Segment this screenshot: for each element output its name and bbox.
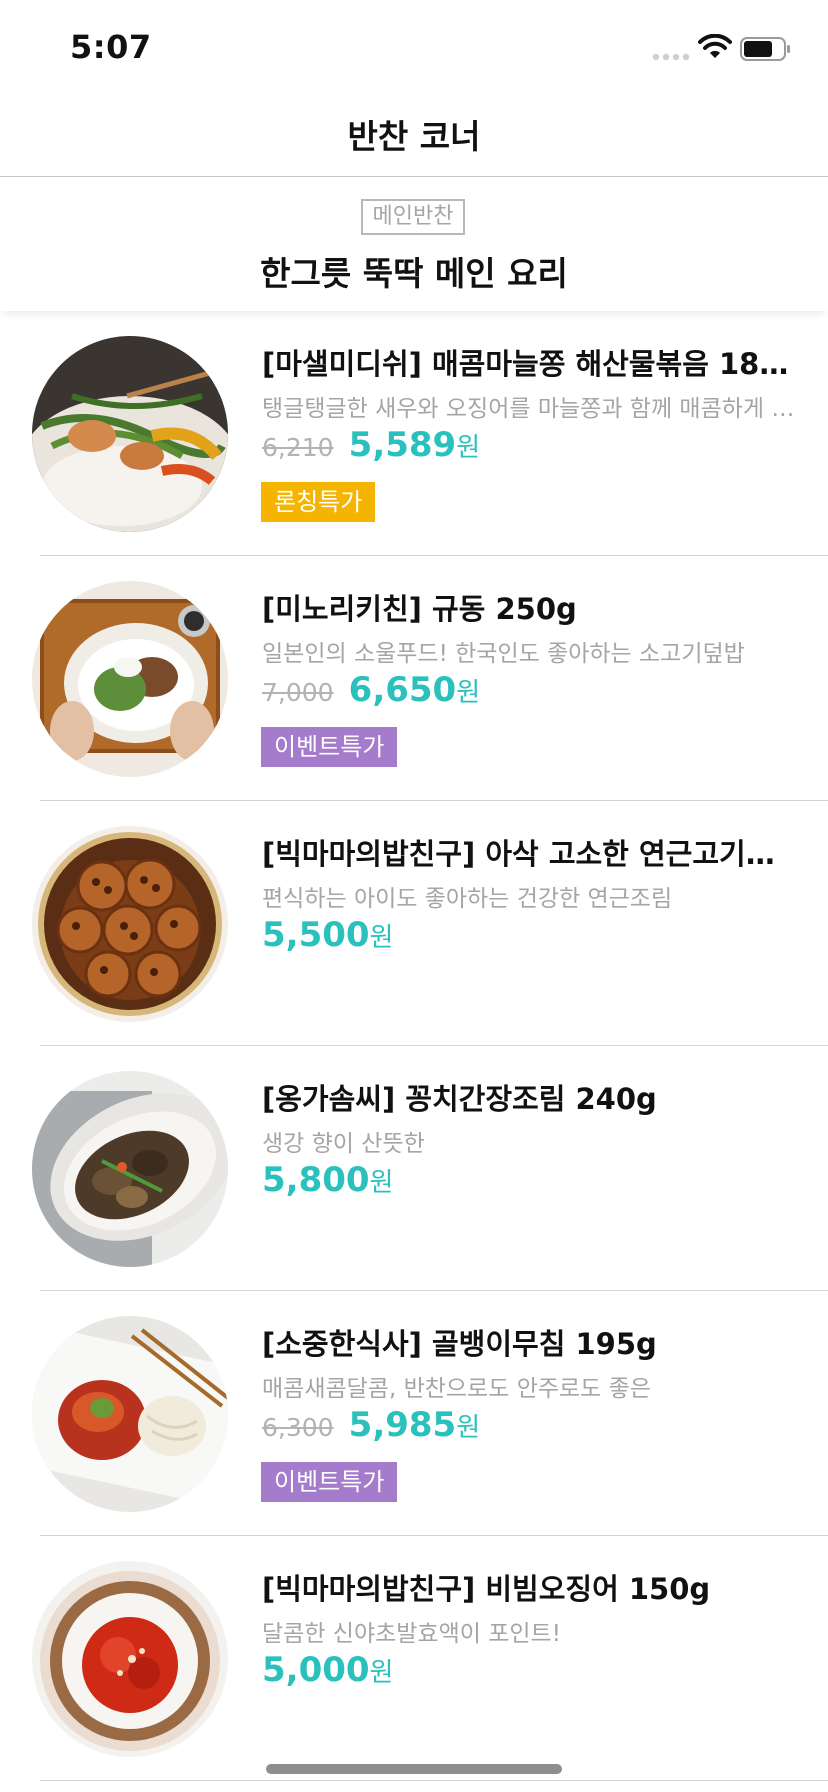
product-title: [미노리키친] 규동 250g xyxy=(262,592,577,626)
section-tag: 메인반찬 xyxy=(361,199,465,235)
product-item[interactable]: [빅마마의밥친구] 아삭 고소한 연근고기조림 편식하는 아이도 좋아하는 건강… xyxy=(0,801,828,1046)
launch-badge: 론칭특가 xyxy=(261,482,376,522)
section-header: 메인반찬 한그릇 뚝딱 메인 요리 xyxy=(0,177,828,311)
price-row: 5,000원 xyxy=(262,1650,393,1698)
product-title: [마샐미디쉬] 매콤마늘쫑 해산물볶음 180g xyxy=(262,347,797,381)
original-price: 7,000 xyxy=(262,678,334,707)
wifi-icon xyxy=(698,34,732,58)
original-price: 6,300 xyxy=(262,1413,334,1442)
product-image xyxy=(32,336,228,532)
product-image xyxy=(32,1561,228,1757)
product-image xyxy=(32,1316,228,1512)
sale-price: 5,589 xyxy=(348,425,457,465)
price-unit: 원 xyxy=(456,1413,481,1443)
product-description: 일본인의 소울푸드! 한국인도 좋아하는 소고기덮밥 xyxy=(262,641,745,667)
status-bar: 5:07 xyxy=(0,0,828,100)
product-description: 매콤새콤달콤, 반찬으로도 안주로도 좋은 xyxy=(262,1376,651,1402)
product-title: [옹가솜씨] 꽁치간장조림 240g xyxy=(262,1082,657,1116)
nav-bar: 반찬 코너 xyxy=(0,100,828,177)
product-item[interactable]: [미노리키친] 규동 250g 일본인의 소울푸드! 한국인도 좋아하는 소고기… xyxy=(0,556,828,801)
event-badge: 이벤트특가 xyxy=(261,727,398,767)
original-price: 6,210 xyxy=(262,433,334,462)
product-image xyxy=(32,581,228,777)
product-item[interactable]: [옹가솜씨] 꽁치간장조림 240g 생강 향이 산뜻한 5,800원 xyxy=(0,1046,828,1291)
sale-price: 5,500 xyxy=(262,915,370,955)
signal-icon xyxy=(652,53,690,61)
home-indicator[interactable] xyxy=(266,1764,562,1774)
product-description: 탱글탱글한 새우와 오징어를 마늘쫑과 함께 매콤하게 볶아낸 xyxy=(262,396,797,422)
price-row: 5,800원 xyxy=(262,1160,393,1208)
price-row: 6,300 5,985원 xyxy=(262,1405,480,1453)
product-title: [빅마마의밥친구] 아삭 고소한 연근고기조림 xyxy=(262,837,797,871)
product-title: [소중한식사] 골뱅이무침 195g xyxy=(262,1327,657,1361)
product-image xyxy=(32,1071,228,1267)
product-description: 편식하는 아이도 좋아하는 건강한 연근조림 xyxy=(262,886,673,912)
sale-price: 5,800 xyxy=(262,1160,370,1200)
product-list[interactable]: [마샐미디쉬] 매콤마늘쫑 해산물볶음 180g 탱글탱글한 새우와 오징어를 … xyxy=(0,311,828,1792)
product-item[interactable]: [소중한식사] 골뱅이무침 195g 매콤새콤달콤, 반찬으로도 안주로도 좋은… xyxy=(0,1291,828,1536)
price-unit: 원 xyxy=(456,678,481,708)
price-unit: 원 xyxy=(456,433,481,463)
sale-price: 6,650 xyxy=(348,670,457,710)
product-item[interactable]: [빅마마의밥친구] 비빔오징어 150g 달콤한 신야초발효액이 포인트! 5,… xyxy=(0,1536,828,1781)
price-row: 7,000 6,650원 xyxy=(262,670,480,718)
sale-price: 5,985 xyxy=(348,1405,457,1445)
event-badge: 이벤트특가 xyxy=(261,1462,398,1502)
price-row: 5,500원 xyxy=(262,915,393,963)
price-unit: 원 xyxy=(369,1168,394,1198)
product-description: 달콤한 신야초발효액이 포인트! xyxy=(262,1621,561,1647)
status-time: 5:07 xyxy=(70,28,152,66)
section-title: 한그릇 뚝딱 메인 요리 xyxy=(260,254,568,293)
battery-icon xyxy=(740,37,790,61)
product-image xyxy=(32,826,228,1022)
price-unit: 원 xyxy=(369,1658,394,1688)
nav-title: 반찬 코너 xyxy=(347,117,481,156)
product-title: [빅마마의밥친구] 비빔오징어 150g xyxy=(262,1572,711,1606)
sale-price: 5,000 xyxy=(262,1650,370,1690)
price-unit: 원 xyxy=(369,923,394,953)
product-description: 생강 향이 산뜻한 xyxy=(262,1131,425,1157)
product-item[interactable]: [마샐미디쉬] 매콤마늘쫑 해산물볶음 180g 탱글탱글한 새우와 오징어를 … xyxy=(0,311,828,556)
divider xyxy=(40,1780,828,1781)
price-row: 6,210 5,589원 xyxy=(262,425,480,473)
